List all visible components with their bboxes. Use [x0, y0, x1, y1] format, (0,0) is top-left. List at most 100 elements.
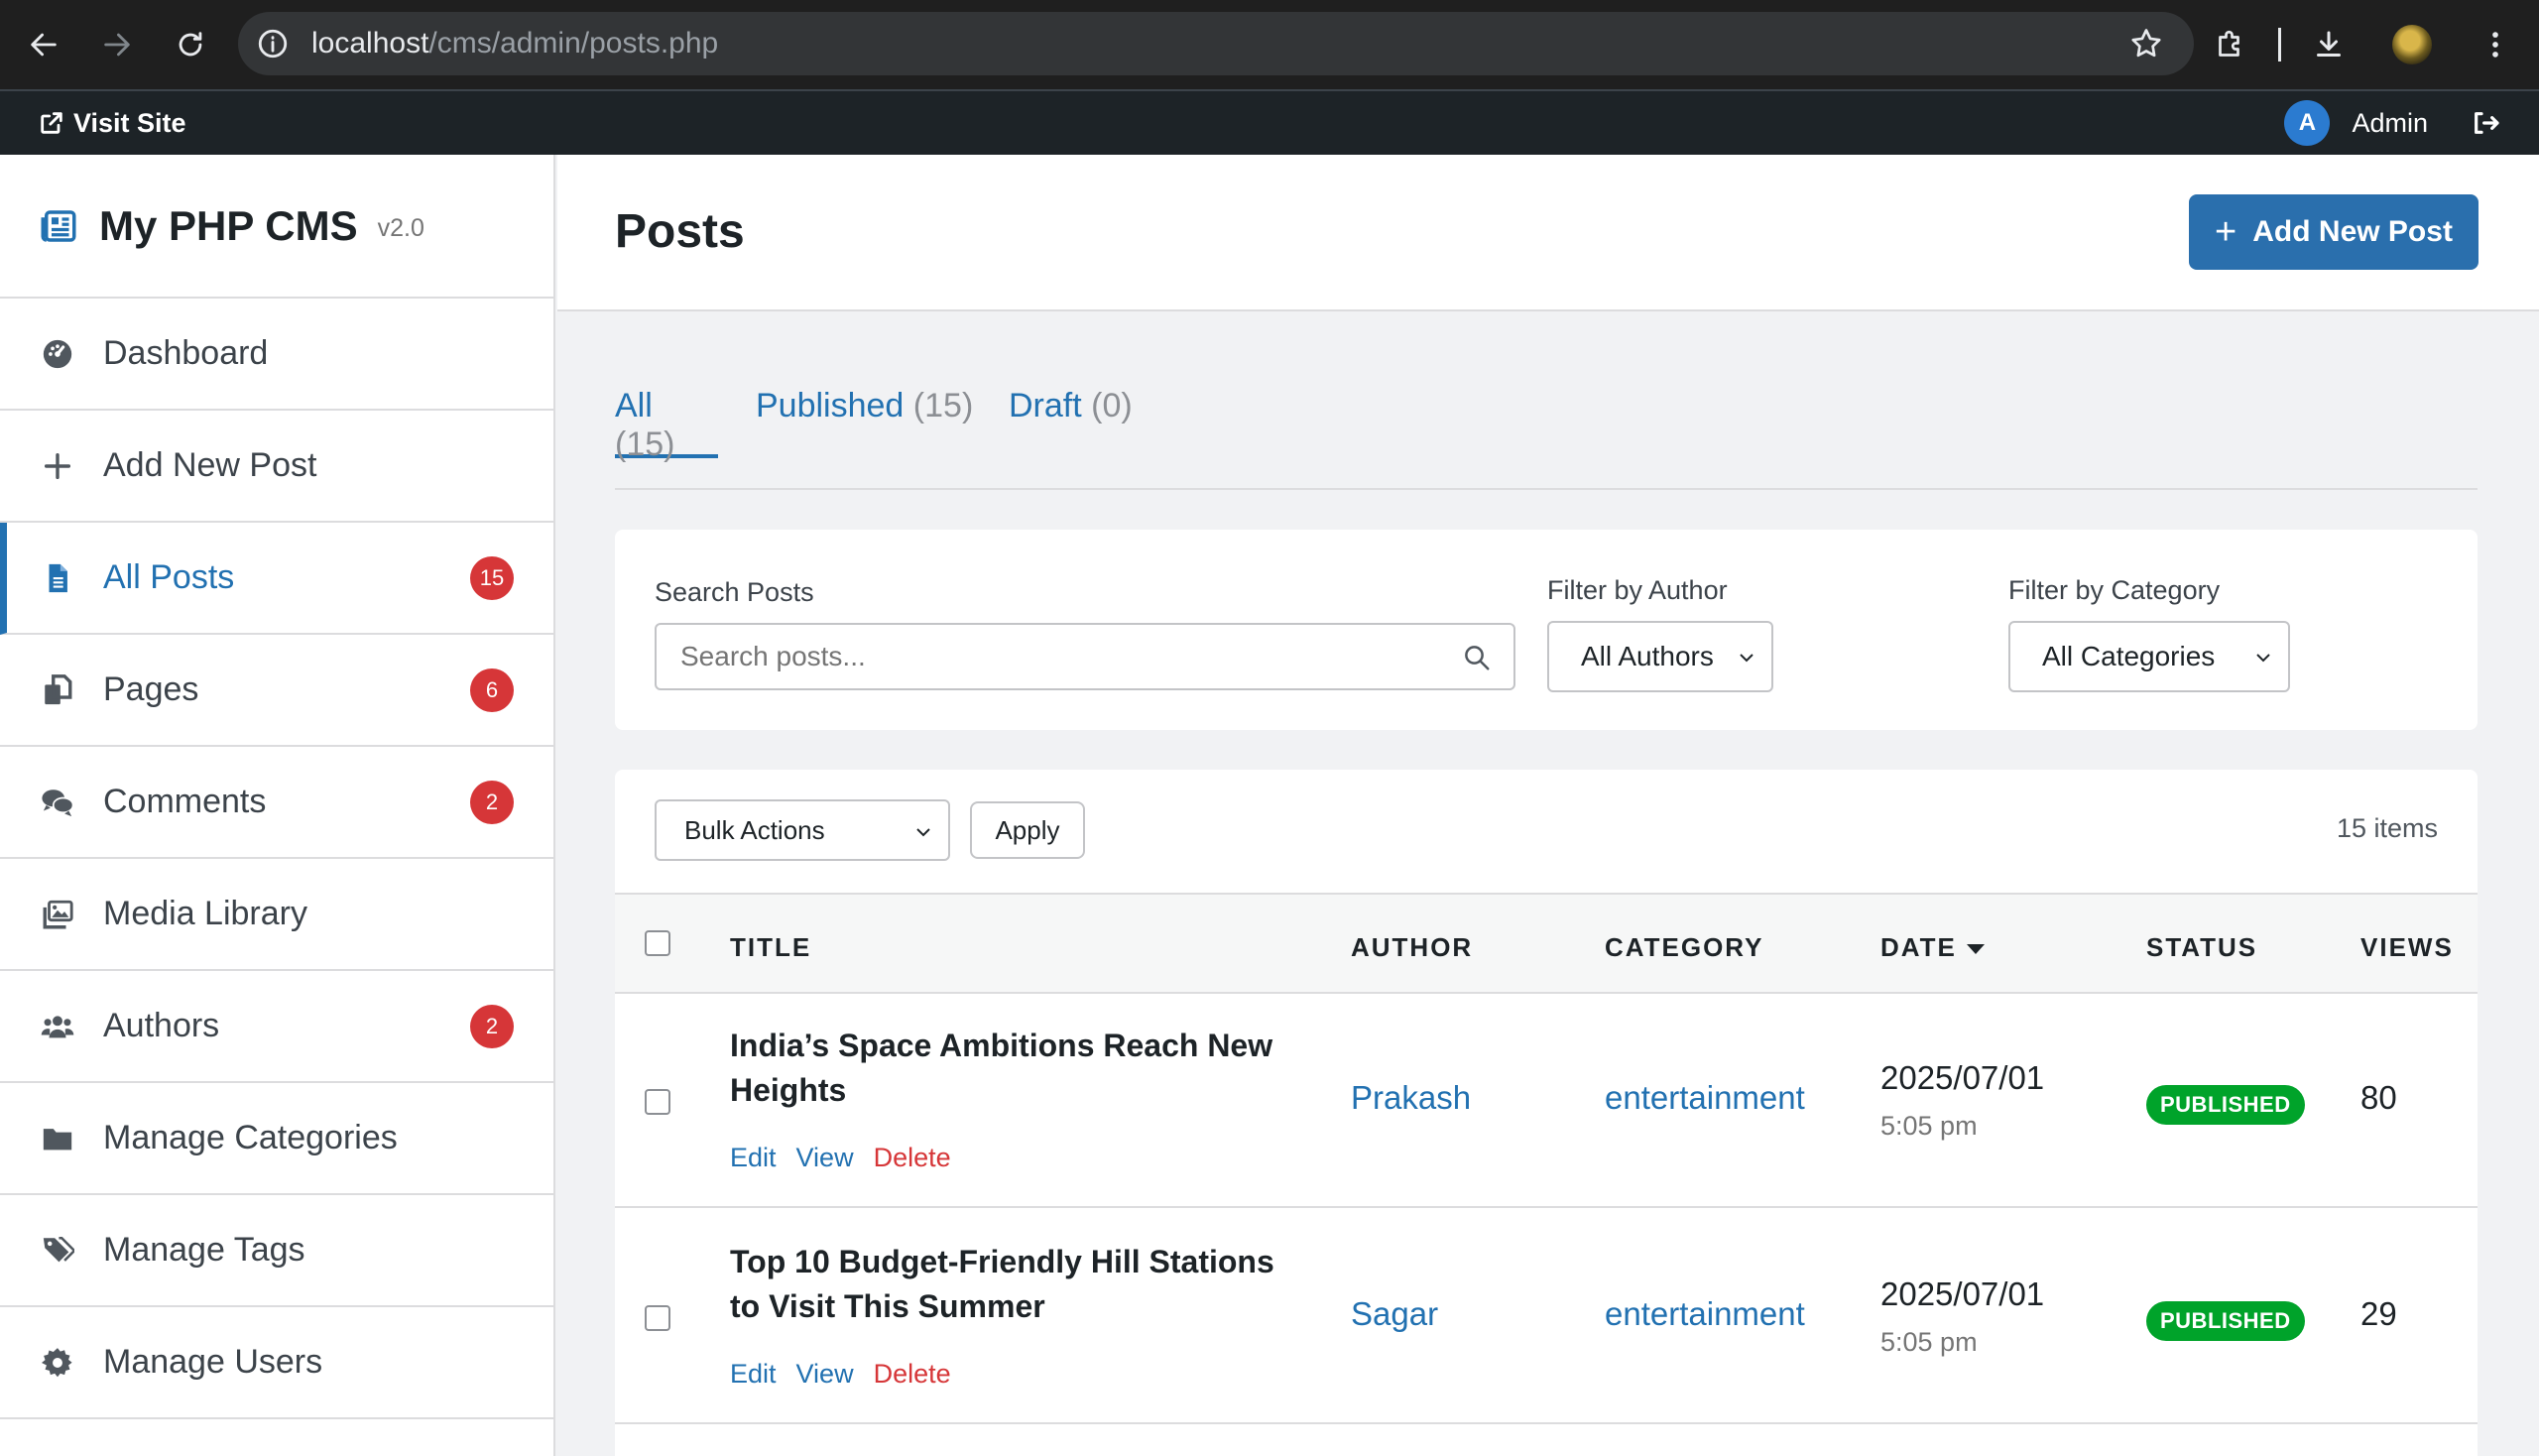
category-filter-select[interactable]: All Categories: [2008, 621, 2290, 692]
downloads-button[interactable]: [2309, 25, 2349, 64]
newspaper-icon: [41, 209, 76, 242]
plus-icon: +: [2215, 211, 2237, 253]
visit-site-link[interactable]: Visit Site: [38, 108, 186, 139]
logout-icon[interactable]: [2470, 107, 2501, 139]
row-actions: Edit View Delete: [730, 1143, 971, 1173]
browser-menu-button[interactable]: [2476, 25, 2515, 64]
sidebar-item-add-new-post[interactable]: Add New Post: [0, 411, 553, 523]
search-input[interactable]: [680, 641, 1434, 672]
status-tabs: All (15) Published (15) Draft (0): [615, 387, 2478, 490]
delete-link[interactable]: Delete: [874, 1359, 951, 1389]
apply-button[interactable]: Apply: [970, 801, 1085, 859]
brand[interactable]: My PHP CMS v2.0: [0, 155, 553, 299]
sidebar-item-comments[interactable]: Comments 2: [0, 747, 553, 859]
gear-icon: [40, 1345, 75, 1381]
sidebar-item-manage-tags[interactable]: Manage Tags: [0, 1195, 553, 1307]
category-link[interactable]: entertainment: [1605, 1295, 1805, 1333]
sidebar-item-dashboard[interactable]: Dashboard: [0, 299, 553, 411]
sidebar-item-label: Manage Tags: [103, 1231, 305, 1269]
author-filter-label: Filter by Author: [1547, 575, 1728, 605]
url-host: localhost: [311, 27, 429, 60]
search-icon[interactable]: [1462, 643, 1492, 672]
address-bar[interactable]: localhost/cms/admin/posts.php: [238, 12, 2194, 75]
post-time: 5:05 pm: [1880, 1327, 1978, 1357]
images-icon: [40, 897, 75, 932]
view-link[interactable]: View: [796, 1143, 854, 1172]
external-link-icon: [41, 112, 62, 134]
page-title: Posts: [615, 205, 745, 258]
items-count: 15 items: [2336, 813, 2438, 843]
column-header-title[interactable]: TITLE: [730, 932, 811, 963]
bulk-actions-select[interactable]: Bulk Actions: [655, 799, 950, 861]
column-header-status[interactable]: STATUS: [2146, 932, 2257, 963]
column-header-views[interactable]: VIEWS: [2360, 932, 2454, 963]
author-filter-select[interactable]: All Authors: [1547, 621, 1773, 692]
count-badge: 2: [470, 780, 514, 824]
count-badge: 6: [470, 667, 514, 712]
column-header-date[interactable]: DATE: [1880, 932, 1985, 963]
author-link[interactable]: Sagar: [1351, 1295, 1438, 1333]
sidebar-item-manage-categories[interactable]: Manage Categories: [0, 1083, 553, 1195]
sidebar-item-all-posts[interactable]: All Posts 15: [0, 523, 553, 635]
column-header-author[interactable]: AUTHOR: [1351, 932, 1473, 963]
visit-site-label: Visit Site: [73, 107, 186, 138]
row-checkbox[interactable]: [645, 1305, 670, 1331]
sidebar-item-label: Add New Post: [103, 446, 317, 484]
view-count: 29: [2360, 1295, 2397, 1332]
avatar[interactable]: A: [2284, 100, 2331, 146]
sidebar-item-pages[interactable]: Pages 6: [0, 635, 553, 747]
tab-count: (0): [1091, 387, 1133, 425]
extensions-button[interactable]: [2211, 25, 2250, 64]
tab-label: Published: [756, 387, 905, 425]
tab-draft[interactable]: Draft (0): [1009, 387, 1133, 458]
sidebar-item-label: Comments: [103, 783, 267, 820]
category-link[interactable]: entertainment: [1605, 1079, 1805, 1117]
sidebar-item-label: Authors: [103, 1007, 220, 1044]
search-box: [655, 623, 1515, 690]
edit-link[interactable]: Edit: [730, 1143, 777, 1172]
reload-button[interactable]: [161, 15, 220, 74]
profile-button[interactable]: [2392, 25, 2432, 64]
column-header-category[interactable]: CATEGORY: [1605, 932, 1763, 963]
info-icon[interactable]: [256, 27, 290, 61]
brand-version: v2.0: [377, 214, 424, 242]
brand-name: My PHP CMS: [99, 201, 358, 249]
sidebar-item-manage-users[interactable]: Manage Users: [0, 1307, 553, 1419]
tab-all[interactable]: All (15): [615, 387, 718, 463]
author-link[interactable]: Prakash: [1351, 1079, 1471, 1117]
comments-icon: [40, 785, 75, 820]
status-badge: PUBLISHED: [2146, 1085, 2305, 1125]
url-text[interactable]: localhost/cms/admin/posts.php: [311, 27, 718, 61]
post-date: 2025/07/01: [1880, 1059, 2045, 1096]
sidebar: My PHP CMS v2.0 Dashboard Add New Post A…: [0, 155, 555, 1456]
bookmark-star-icon[interactable]: [2128, 26, 2164, 61]
admin-user-area: A Admin: [2284, 91, 2501, 155]
add-new-post-button[interactable]: + Add New Post: [2189, 194, 2479, 270]
back-button[interactable]: [14, 15, 73, 74]
url-path: /cms/admin/posts.php: [428, 27, 719, 60]
sidebar-item-media-library[interactable]: Media Library: [0, 859, 553, 971]
count-badge: 2: [470, 1004, 514, 1048]
posts-table-panel: Bulk Actions Apply 15 items TITLE AUTHOR…: [615, 770, 2478, 1456]
table-row: India’s Space Ambitions Reach New Height…: [615, 994, 2478, 1208]
edit-link[interactable]: Edit: [730, 1359, 777, 1389]
status-badge: PUBLISHED: [2146, 1301, 2305, 1341]
tab-published[interactable]: Published (15): [756, 387, 973, 458]
post-time: 5:05 pm: [1880, 1111, 1978, 1141]
chevron-down-icon: [2256, 654, 2270, 663]
select-all-checkbox[interactable]: [645, 930, 670, 956]
sidebar-item-label: Media Library: [103, 895, 307, 932]
view-link[interactable]: View: [796, 1359, 854, 1389]
post-title-link[interactable]: India’s Space Ambitions Reach New Height…: [730, 1024, 1305, 1113]
delete-link[interactable]: Delete: [874, 1143, 951, 1172]
category-filter-value: All Categories: [2042, 641, 2216, 671]
tab-label: All: [615, 387, 653, 425]
sidebar-item-label: Manage Users: [103, 1343, 323, 1381]
search-label: Search Posts: [655, 577, 814, 607]
post-title-link[interactable]: Top 10 Budget-Friendly Hill Stations to …: [730, 1240, 1305, 1329]
admin-user-name[interactable]: Admin: [2352, 108, 2428, 139]
sidebar-item-authors[interactable]: Authors 2: [0, 971, 553, 1083]
forward-button[interactable]: [87, 15, 147, 74]
row-checkbox[interactable]: [645, 1089, 670, 1115]
sidebar-item-label: Manage Categories: [103, 1119, 398, 1156]
